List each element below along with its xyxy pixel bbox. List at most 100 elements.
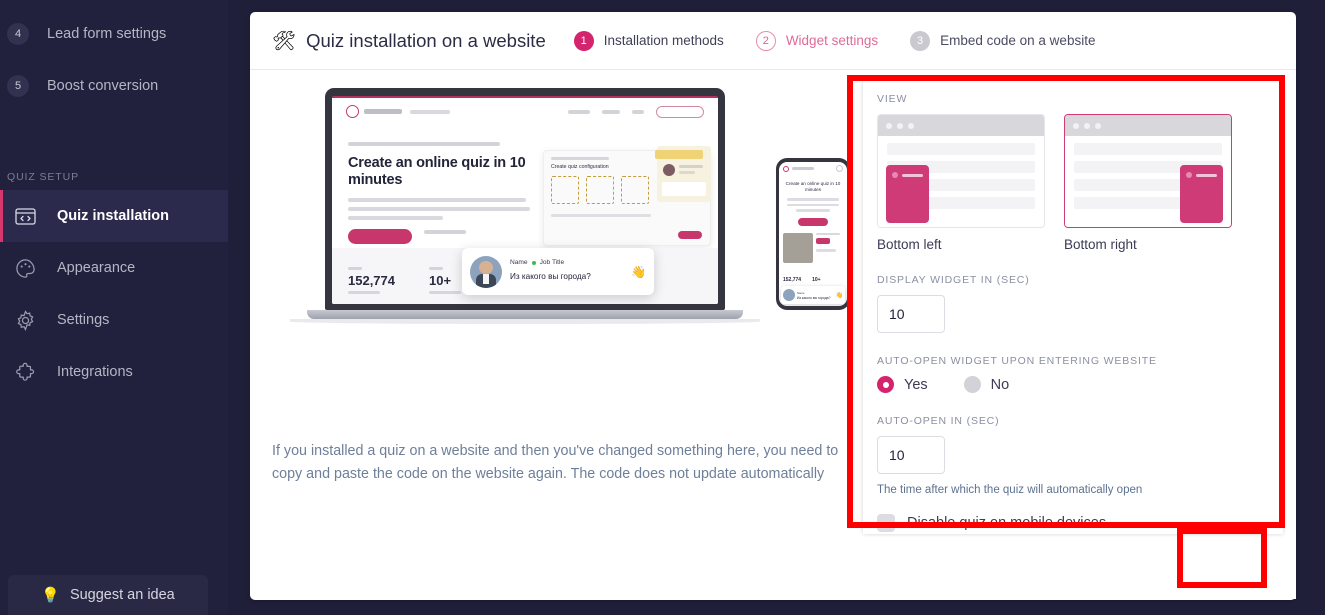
sidebar-item-settings[interactable]: Settings	[0, 294, 228, 346]
step-number-3: 3	[910, 30, 931, 51]
mock-site-header	[332, 98, 718, 118]
phone-card-button	[816, 238, 830, 245]
display-widget-input[interactable]	[877, 295, 945, 333]
sidebar-item-quiz-installation[interactable]: Quiz installation	[0, 190, 228, 242]
auto-open-no-label: No	[990, 376, 1010, 393]
sidebar-item-label: Quiz installation	[57, 208, 169, 224]
view-caption-bottom-right: Bottom right	[1064, 237, 1137, 252]
sidebar-item-label: Settings	[57, 312, 110, 328]
sidebar-item-appearance[interactable]: Appearance	[0, 242, 228, 294]
widget-title-line	[1196, 173, 1217, 177]
auto-open-sec-input[interactable]	[877, 436, 945, 474]
chat-question: Из какого вы города?	[510, 272, 591, 281]
thumbnail-page-body	[878, 136, 1044, 227]
view-thumbnail-bottom-left[interactable]	[877, 114, 1045, 228]
sidebar-item-integrations[interactable]: Integrations	[0, 346, 228, 398]
phone-hero-heading: Create an online quiz in 10 minutes	[785, 181, 841, 192]
mock-side-note	[662, 182, 706, 196]
widget-preview-header	[1186, 172, 1217, 178]
online-status-icon	[531, 260, 536, 265]
layout-square-2	[586, 176, 614, 204]
step-number-1: 1	[573, 30, 594, 51]
chat-job-title: Job Title	[539, 259, 565, 266]
view-option-bottom-left[interactable]: Bottom left	[877, 114, 1045, 252]
phone-chat-name: Name	[797, 290, 805, 295]
step-label-2: Widget settings	[785, 33, 879, 48]
mock-try-free-button	[348, 229, 412, 244]
phone-chat-question: Из какого вы города?	[797, 295, 831, 300]
mock-hero-sub-2	[348, 207, 530, 211]
phone-cta-button	[798, 217, 828, 226]
step-widget-settings[interactable]: 2 Widget settings	[755, 30, 879, 51]
disable-mobile-checkbox-row[interactable]: Disable quiz on mobile devices	[877, 514, 1269, 532]
phone-wave-icon: 👋	[835, 292, 843, 299]
mock-stat-2-caption	[429, 267, 443, 270]
mock-badge	[655, 150, 703, 159]
sidebar-item-boost-conversion[interactable]: 5 Boost conversion	[0, 60, 228, 112]
phone-card-line-1	[816, 232, 840, 236]
step-label-1: Installation methods	[603, 33, 724, 48]
suggest-an-idea-label: Suggest an idea	[69, 587, 175, 603]
auto-open-radio-yes[interactable]: Yes	[877, 376, 928, 393]
view-thumbnail-bottom-right[interactable]	[1064, 114, 1232, 228]
widget-avatar-icon	[1186, 172, 1192, 178]
mock-stat-1-value: 152,774	[348, 273, 395, 288]
page-title: Quiz installation on a website	[306, 29, 546, 51]
phone-card	[783, 232, 843, 263]
mock-stat-1-caption	[348, 267, 362, 270]
step-number-badge: 5	[7, 75, 29, 97]
mock-stats: 152,774 10+	[348, 267, 461, 294]
step-label-3: Embed code on a website	[940, 33, 1096, 48]
step-installation-methods[interactable]: 1 Installation methods	[573, 30, 724, 51]
suggest-an-idea-button[interactable]: 💡 Suggest an idea	[8, 575, 208, 615]
phone-stats: 152,774 10+	[779, 277, 847, 283]
waving-hand-icon: 👋	[631, 264, 646, 279]
panel-header: 🛠 Quiz installation on a website 1 Insta…	[250, 12, 1296, 70]
browser-dot-icon	[897, 122, 903, 129]
radio-unselected-icon	[963, 376, 981, 393]
widget-avatar-icon	[892, 172, 898, 178]
sidebar-item-lead-form-settings[interactable]: 4 Lead form settings	[0, 8, 228, 60]
code-window-icon	[13, 204, 37, 228]
step-number-2: 2	[755, 30, 776, 51]
step-number-badge: 4	[7, 23, 29, 45]
step-embed-code[interactable]: 3 Embed code on a website	[910, 30, 1096, 51]
view-label: VIEW	[877, 93, 908, 105]
view-options: Bottom left Bottom right	[877, 114, 1269, 252]
mock-side-panel	[655, 146, 711, 202]
sidebar-item-label: Appearance	[57, 260, 136, 276]
browser-dot-icon	[1095, 122, 1101, 129]
phone-card-image	[783, 232, 813, 263]
mock-stat-1-sub	[348, 291, 380, 294]
thumbnail-browser-bar	[878, 115, 1044, 136]
radio-selected-icon	[877, 376, 894, 393]
widget-preview-box	[886, 165, 929, 223]
widget-preview-header	[892, 172, 923, 178]
mock-card-save-button	[678, 231, 702, 239]
phone-card-line-2	[816, 249, 836, 252]
mock-avatar-name	[679, 165, 703, 168]
browser-dot-icon	[886, 122, 892, 129]
disable-mobile-label: Disable quiz on mobile devices	[907, 515, 1107, 531]
phone-mockup: Create an online quiz in 10 minutes 152,…	[776, 158, 850, 310]
checkbox-unchecked-icon[interactable]	[877, 514, 895, 532]
palette-icon	[13, 256, 37, 280]
widget-title-line	[902, 173, 923, 177]
mock-cta-button	[656, 105, 704, 118]
mock-hero-heading: Create an online quiz in 10 minutes	[348, 155, 526, 188]
phone-stat-1: 152,774	[783, 277, 802, 283]
auto-open-radio-no[interactable]: No	[963, 376, 1010, 393]
view-caption-bottom-left: Bottom left	[877, 237, 942, 252]
puzzle-icon	[13, 360, 37, 384]
lightbulb-icon: 💡	[41, 587, 60, 604]
mock-hero: Create an online quiz in 10 minutes	[332, 118, 537, 244]
widget-settings-column: VIEW Bottom left Bottom right DISPLAY WI…	[850, 70, 1296, 599]
phone-sub-3	[796, 209, 830, 212]
sidebar-section-title: QUIZ SETUP	[7, 171, 80, 183]
view-option-bottom-right[interactable]: Bottom right	[1064, 114, 1232, 252]
mock-avatar	[663, 164, 675, 176]
mock-stat-1: 152,774	[348, 267, 395, 294]
phone-menu-icon	[836, 165, 843, 172]
mock-hero-eyebrow	[348, 142, 500, 146]
